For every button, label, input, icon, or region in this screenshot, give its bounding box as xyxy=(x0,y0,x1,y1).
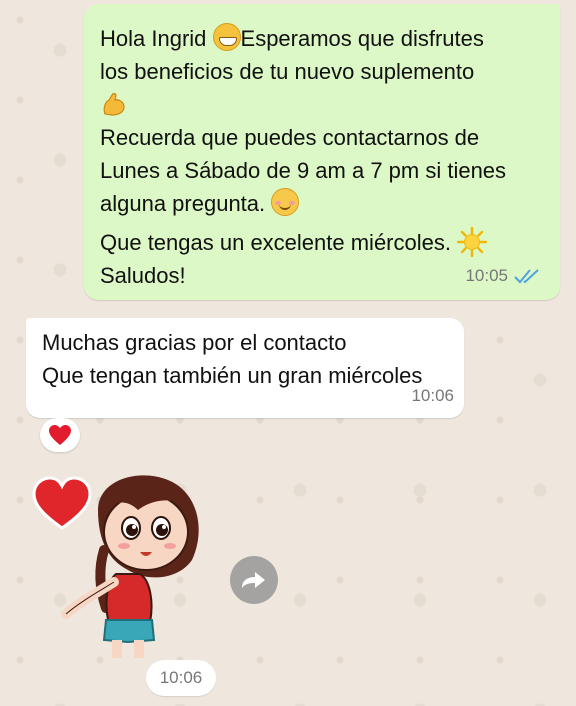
message-line: Lunes a Sábado de 9 am a 7 pm si tienes xyxy=(100,158,507,183)
message-line: Que tengas un excelente miércoles. xyxy=(100,226,550,259)
girl-with-heart-sticker[interactable] xyxy=(28,470,228,660)
message-line: Muchas gracias por el contacto xyxy=(42,330,347,355)
sticker-time: 10:06 xyxy=(146,660,216,696)
message-text: alguna pregunta. xyxy=(100,191,266,216)
message-line: Hola Ingrid Esperamos que disfrutes xyxy=(100,22,550,55)
message-line xyxy=(100,88,550,121)
message-line: alguna pregunta. xyxy=(100,187,550,220)
greeting-text: Hola Ingrid xyxy=(100,26,207,51)
reaction-badge[interactable] xyxy=(40,418,80,452)
message-meta: 10:05 xyxy=(465,259,540,292)
smiling-face-icon xyxy=(271,188,300,216)
message-text: Esperamos que disfrutes xyxy=(240,26,484,51)
message-text: Que tengas un excelente miércoles. xyxy=(100,230,451,255)
outgoing-message-bubble[interactable]: Hola Ingrid Esperamos que disfrutes los … xyxy=(84,4,560,300)
grinning-face-icon xyxy=(212,23,241,51)
double-check-icon xyxy=(514,268,539,283)
message-line: los beneficios de tu nuevo suplemento xyxy=(100,59,475,84)
forward-button[interactable] xyxy=(230,556,278,604)
message-line: Recuerda que puedes contactarnos de xyxy=(100,125,480,150)
message-line: Que tengan también un gran miércoles xyxy=(42,363,423,388)
message-time: 10:05 xyxy=(465,266,508,285)
flexed-biceps-icon xyxy=(100,90,128,118)
sun-icon xyxy=(456,226,488,258)
incoming-message-bubble[interactable]: Muchas gracias por el contacto Que tenga… xyxy=(26,318,464,418)
message-time: 10:06 xyxy=(411,386,454,405)
red-heart-icon xyxy=(49,425,71,445)
forward-icon xyxy=(242,572,265,588)
